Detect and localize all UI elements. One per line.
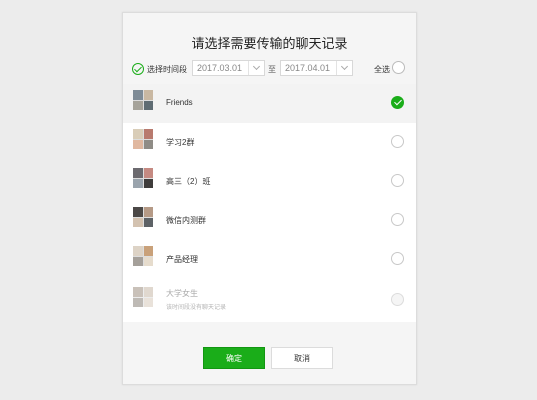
chat-name: 高三（2）班 xyxy=(166,177,211,186)
chat-select-radio[interactable] xyxy=(391,174,404,187)
time-filter-row: 选择时间段 2017.03.01 至 2017.04.01 全选 xyxy=(123,60,416,82)
chat-name: 大学女生 xyxy=(166,289,198,298)
chat-name: 微信内测群 xyxy=(166,216,206,225)
chat-item-friends[interactable]: Friends xyxy=(123,84,416,123)
group-avatar xyxy=(133,287,153,307)
end-date-select[interactable]: 2017.04.01 xyxy=(280,60,353,76)
start-date-value: 2017.03.01 xyxy=(197,63,243,73)
chat-select-radio[interactable] xyxy=(391,252,404,265)
group-avatar xyxy=(133,168,153,188)
chat-name: 产品经理 xyxy=(166,255,198,264)
confirm-button[interactable]: 确定 xyxy=(203,347,265,369)
chat-item[interactable]: 学习2群 xyxy=(123,123,416,162)
chat-select-radio[interactable] xyxy=(391,135,404,148)
selected-check-icon[interactable] xyxy=(391,96,404,109)
chat-item-partial[interactable] xyxy=(123,318,416,322)
cancel-button[interactable]: 取消 xyxy=(271,347,333,369)
group-avatar xyxy=(133,129,153,149)
chat-item[interactable]: 微信内测群 xyxy=(123,201,416,240)
time-range-label[interactable]: 选择时间段 xyxy=(147,64,187,75)
no-records-note: 该时间段没有聊天记录 xyxy=(166,305,227,311)
chat-name: 学习2群 xyxy=(166,138,195,147)
chat-item[interactable]: 高三（2）班 xyxy=(123,162,416,201)
dialog-title: 请选择需要传输的聊天记录 xyxy=(191,36,348,51)
select-all-label[interactable]: 全选 xyxy=(374,64,390,75)
to-label: 至 xyxy=(268,65,276,74)
transfer-chat-dialog: 请选择需要传输的聊天记录 选择时间段 2017.03.01 至 2017.04.… xyxy=(122,12,417,385)
select-all-radio[interactable] xyxy=(392,61,405,74)
chat-list[interactable]: Friends 学习2群 高三（2）班 微信内测群 产品经理 大学女生 该时间段… xyxy=(123,84,416,322)
chat-item-disabled: 大学女生 该时间段没有聊天记录 xyxy=(123,279,416,318)
chevron-down-icon xyxy=(248,61,264,75)
chat-name: Friends xyxy=(166,98,193,107)
start-date-select[interactable]: 2017.03.01 xyxy=(192,60,265,76)
chat-select-radio[interactable] xyxy=(391,213,404,226)
group-avatar xyxy=(133,246,153,266)
chat-item[interactable]: 产品经理 xyxy=(123,240,416,279)
chat-select-radio-disabled xyxy=(391,293,404,306)
group-avatar xyxy=(133,207,153,227)
chevron-down-icon xyxy=(336,61,352,75)
time-range-check-icon[interactable] xyxy=(132,63,144,75)
end-date-value: 2017.04.01 xyxy=(285,63,331,73)
group-avatar xyxy=(133,90,153,110)
